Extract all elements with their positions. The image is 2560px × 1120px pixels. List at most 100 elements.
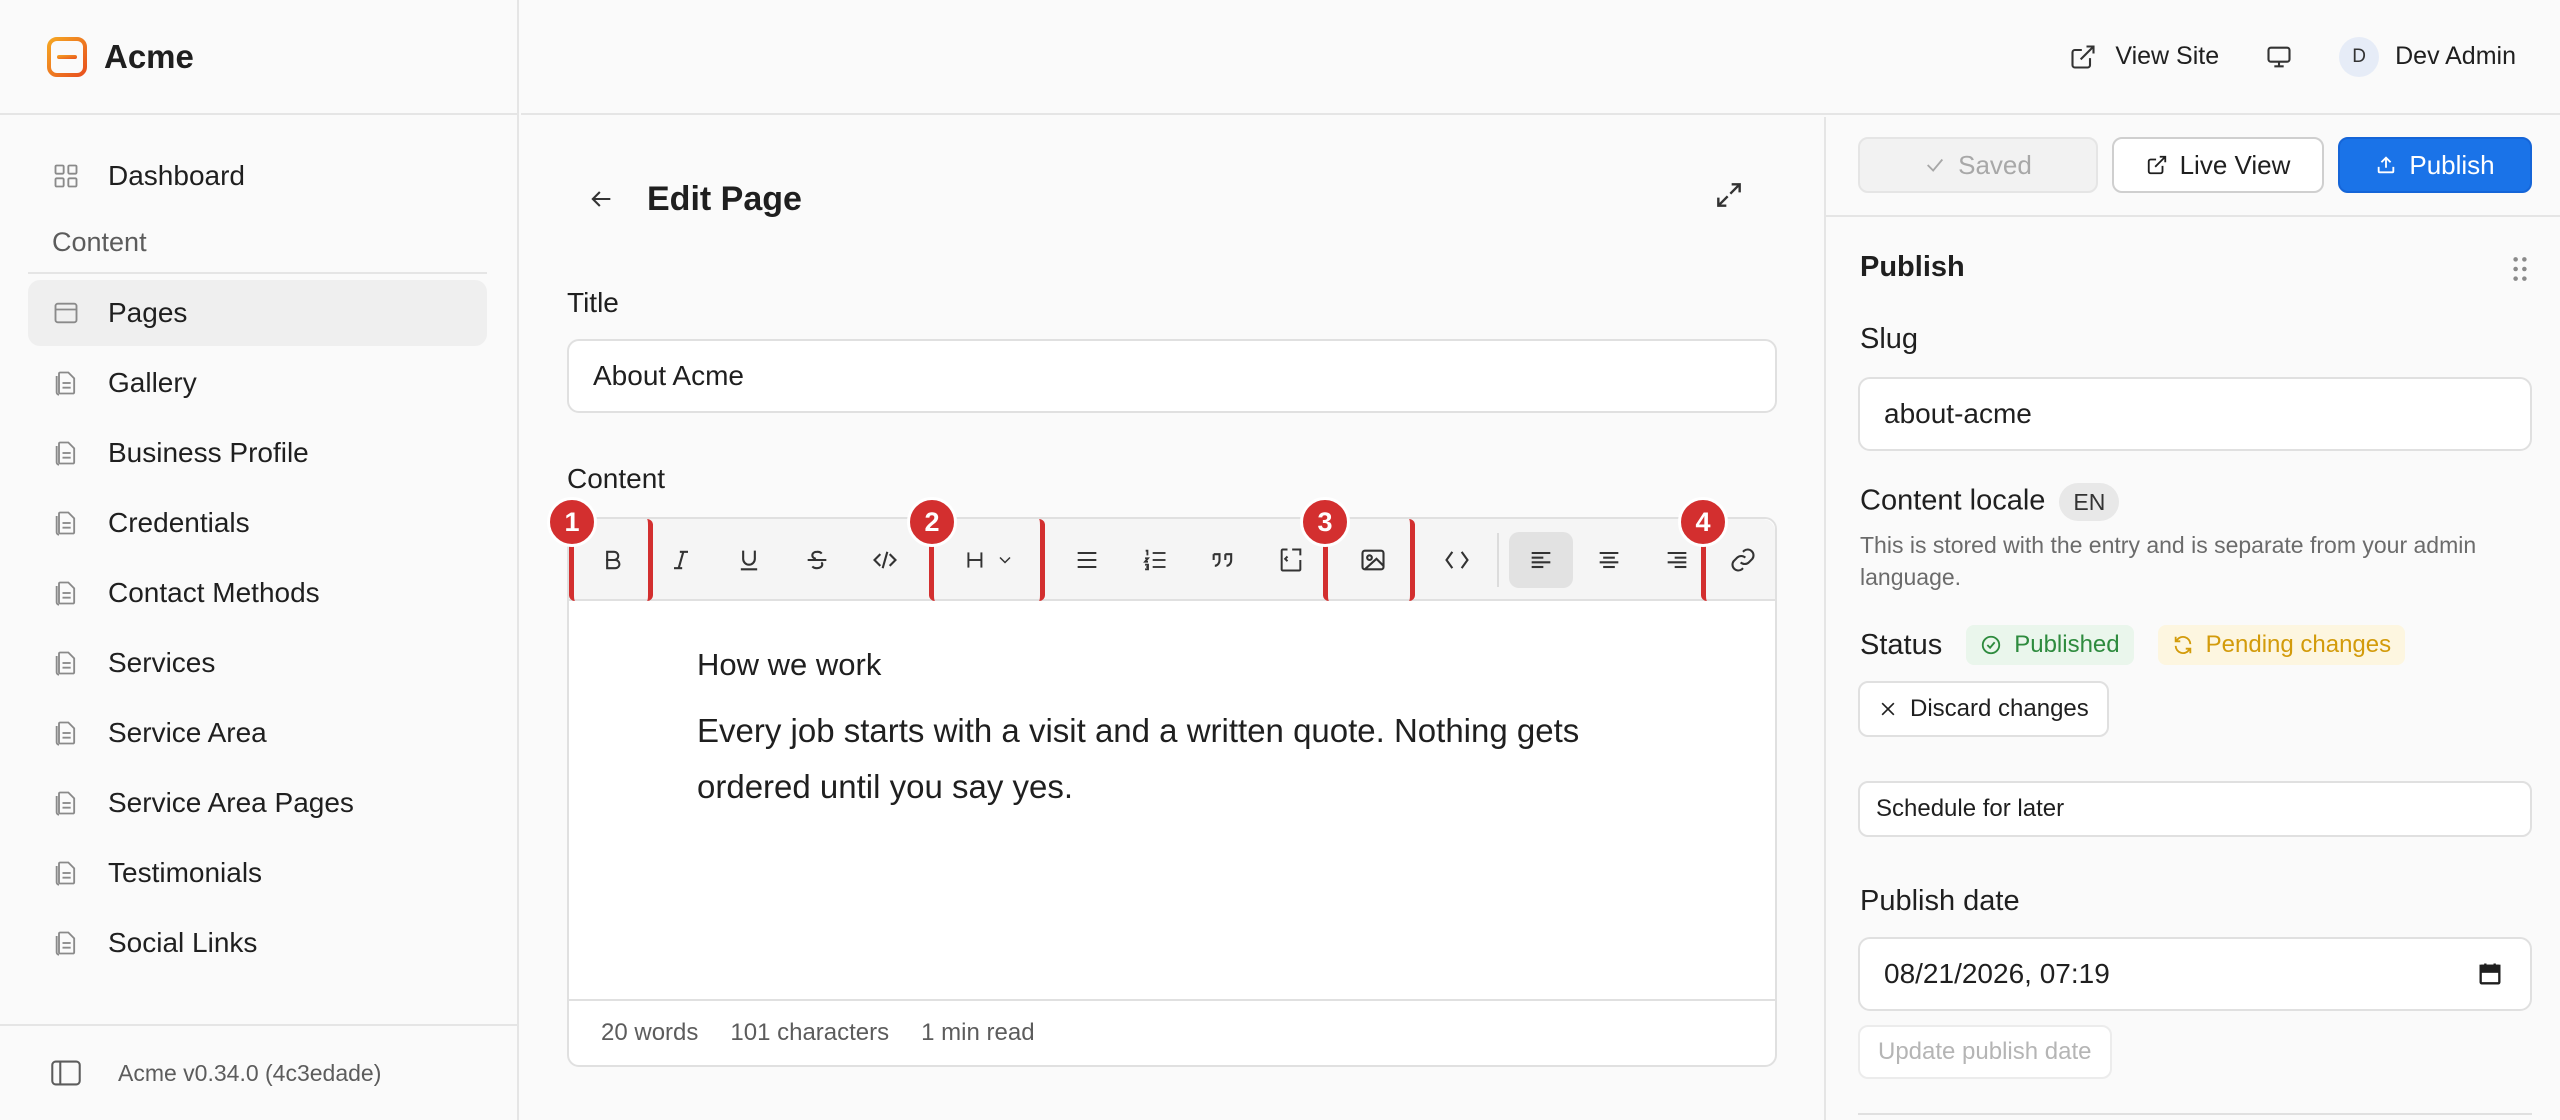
sidebar-item-social-links[interactable]: Social Links: [28, 910, 487, 976]
sidebar-item-label: Gallery: [108, 367, 197, 398]
sidebar-item-label: Social Links: [108, 927, 258, 958]
sidebar-footer: Acme v0.34.0 (4c3edade): [0, 1024, 517, 1120]
view-site-link[interactable]: View Site: [2069, 42, 2219, 71]
character-count: 101 characters: [730, 1019, 890, 1046]
annotation-badge-1: 1: [547, 497, 597, 547]
strikethrough-icon: [807, 550, 827, 570]
sidebar-item-pages[interactable]: Pages: [28, 280, 487, 346]
publish-date-value: 08/21/2026, 07:19: [1884, 958, 2110, 989]
align-center-button[interactable]: [1581, 532, 1637, 588]
sidebar-item-service-area-pages[interactable]: Service Area Pages: [28, 770, 487, 836]
refresh-icon: [2174, 636, 2191, 654]
sidebar-item-services[interactable]: Services: [28, 630, 487, 696]
discard-label: Discard changes: [1910, 695, 2089, 722]
embed-icon: [1445, 551, 1469, 569]
locale-help-text: This is stored with the entry and is sep…: [1860, 532, 2477, 590]
align-left-button[interactable]: [1509, 532, 1573, 588]
ordered-list-button[interactable]: [1127, 532, 1183, 588]
document-icon: [52, 929, 80, 957]
sidebar-item-dashboard[interactable]: Dashboard: [28, 143, 487, 209]
discard-changes-button[interactable]: Discard changes: [1858, 681, 2109, 737]
quote-icon: [1212, 553, 1233, 567]
content-locale-row: Content locale EN: [1860, 483, 2120, 521]
sidebar-item-service-area[interactable]: Service Area: [28, 700, 487, 766]
divider: [1858, 1113, 2532, 1115]
document-icon: [52, 439, 80, 467]
slug-label: Slug: [1860, 323, 1919, 355]
sidebar-item-credentials[interactable]: Credentials: [28, 490, 487, 556]
align-left-icon: [1531, 551, 1551, 569]
content-paragraph: Every job starts with a visit and a writ…: [697, 712, 1580, 805]
underline-button[interactable]: [721, 532, 777, 588]
sidebar-nav: Dashboard Content Pages Gallery Business…: [0, 115, 517, 976]
title-input[interactable]: [567, 339, 1777, 413]
live-view-label: Live View: [2179, 149, 2291, 180]
inline-code-button[interactable]: [857, 532, 913, 588]
publish-button[interactable]: Publish: [2338, 137, 2532, 193]
document-icon: [52, 509, 80, 537]
italic-button[interactable]: [653, 532, 709, 588]
content-heading: How we work: [697, 647, 882, 682]
live-view-button[interactable]: Live View: [2112, 137, 2324, 193]
rich-text-editor: 1 2 3 4 How we work Every job starts wit…: [547, 497, 1777, 1067]
sidebar: Acme Dashboard Content Pages Gallery Bus…: [0, 0, 519, 1120]
document-icon: [52, 719, 80, 747]
document-icon: [52, 579, 80, 607]
align-center-icon: [1599, 551, 1619, 569]
blockquote-button[interactable]: [1195, 532, 1251, 588]
brand[interactable]: Acme: [0, 0, 517, 115]
embed-html-button[interactable]: [1429, 532, 1485, 588]
drag-handle-icon[interactable]: [2510, 255, 2530, 283]
status-pending-label: Pending changes: [2205, 631, 2392, 658]
code-block-icon: [1280, 548, 1302, 572]
monitor-icon: [2267, 46, 2291, 67]
update-date-label: Update publish date: [1878, 1038, 2092, 1065]
top-bar: View Site D Dev Admin: [521, 0, 2560, 115]
sidebar-item-gallery[interactable]: Gallery: [28, 350, 487, 416]
status-badge-pending: Pending changes: [2157, 625, 2406, 665]
editor-main: Edit Page Title Content: [521, 117, 1824, 1120]
calendar-icon[interactable]: [2476, 960, 2504, 988]
upload-icon: [2378, 156, 2395, 174]
sidebar-item-label: Service Area Pages: [108, 787, 354, 818]
ordered-list-icon: [1143, 549, 1166, 571]
sidebar-toggle-icon[interactable]: [50, 1059, 82, 1087]
slug-input[interactable]: [1858, 377, 2532, 451]
sidebar-item-label: Business Profile: [108, 437, 309, 468]
publish-date-input[interactable]: 08/21/2026, 07:19: [1858, 937, 2532, 1011]
page-title: Edit Page: [647, 179, 802, 218]
status-row: Status Published Pending changes: [1860, 625, 2429, 665]
toolbar-divider: [1497, 533, 1499, 587]
read-time: 1 min read: [921, 1019, 1035, 1046]
annotation-badge-3: 3: [1300, 497, 1350, 547]
annotation-badge-4: 4: [1678, 497, 1728, 547]
sidebar-item-testimonials[interactable]: Testimonials: [28, 840, 487, 906]
annotation-badge-2: 2: [907, 497, 957, 547]
sidebar-item-business-profile[interactable]: Business Profile: [28, 420, 487, 486]
status-label: Status: [1860, 628, 1943, 661]
saved-label: Saved: [1958, 149, 2032, 180]
schedule-select[interactable]: Schedule for later: [1858, 781, 2532, 837]
sidebar-item-label: Contact Methods: [108, 577, 320, 608]
external-link-icon: [2071, 44, 2095, 69]
sidebar-item-contact-methods[interactable]: Contact Methods: [28, 560, 487, 626]
back-arrow-icon[interactable]: [581, 179, 621, 219]
content-label: Content: [567, 463, 666, 494]
sidebar-item-label: Dashboard: [108, 160, 245, 191]
editor-content-area[interactable]: How we work Every job starts with a visi…: [697, 647, 1657, 815]
strikethrough-button[interactable]: [789, 532, 845, 588]
sidebar-item-label: Credentials: [108, 507, 250, 538]
document-icon: [52, 789, 80, 817]
expand-icon[interactable]: [1713, 179, 1749, 215]
user-menu[interactable]: D Dev Admin: [2339, 36, 2516, 77]
bullet-list-icon: [1077, 551, 1097, 569]
title-label: Title: [567, 287, 619, 318]
bullet-list-button[interactable]: [1059, 532, 1115, 588]
publish-date-label: Publish date: [1860, 885, 2020, 917]
check-icon: [1927, 158, 1944, 172]
preview-device-button[interactable]: [2265, 43, 2293, 71]
app-version: Acme v0.34.0 (4c3edade): [118, 1059, 382, 1086]
panel-section-title: Publish: [1860, 251, 1965, 283]
avatar: D: [2339, 36, 2380, 77]
sidebar-section-content: Content: [28, 227, 487, 274]
